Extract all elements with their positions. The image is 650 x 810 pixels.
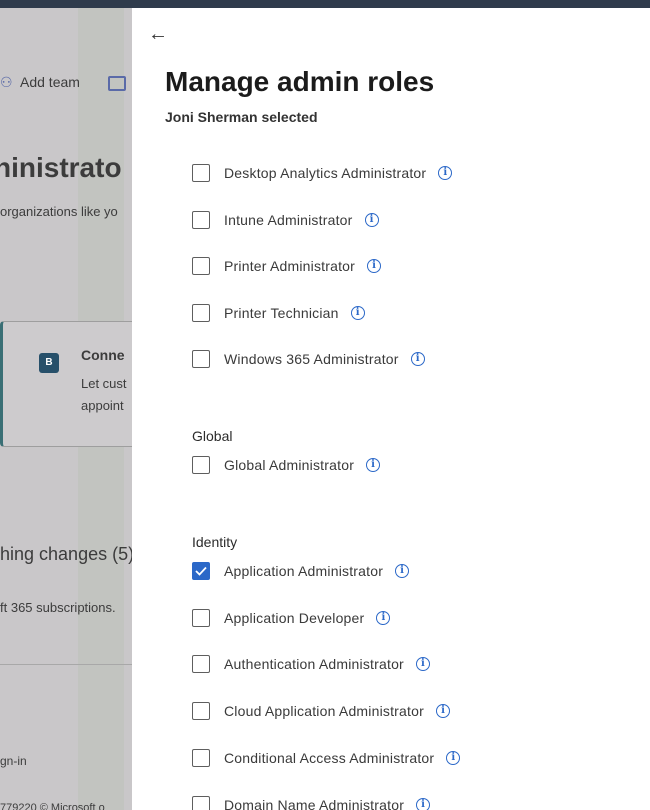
info-icon[interactable]: i (367, 259, 382, 273)
role-row-desktop-analytics-administrator[interactable]: Desktop Analytics Administrator i (192, 162, 453, 184)
role-checkbox[interactable] (192, 702, 210, 720)
info-icon[interactable]: i (438, 166, 453, 180)
role-label: Intune Administrator (224, 212, 353, 228)
role-checkbox[interactable] (192, 164, 210, 182)
role-checkbox[interactable] (192, 562, 210, 580)
role-label: Authentication Administrator (224, 656, 404, 672)
role-checkbox[interactable] (192, 211, 210, 229)
role-label: Printer Administrator (224, 258, 356, 274)
role-row-conditional-access-administrator[interactable]: Conditional Access Administrator i (192, 747, 461, 769)
role-row-domain-name-administrator[interactable]: Domain Name Administrator i (192, 794, 431, 810)
add-team-button: ⚇ Add team (0, 74, 80, 91)
role-row-application-administrator[interactable]: Application Administrator i (192, 560, 410, 582)
role-row-global-administrator[interactable]: Global Administrator i (192, 454, 381, 476)
role-checkbox[interactable] (192, 456, 210, 474)
checkmark-icon (195, 566, 207, 576)
role-label: Cloud Application Administrator (224, 703, 424, 719)
role-checkbox[interactable] (192, 350, 210, 368)
background-subtext: organizations like yo (0, 204, 118, 219)
add-team-label: Add team (20, 74, 80, 90)
info-icon[interactable]: i (395, 564, 410, 578)
subscriptions-text: ft 365 subscriptions. (0, 600, 116, 615)
role-row-intune-administrator[interactable]: Intune Administrator i (192, 209, 379, 231)
card-title: Conne (81, 347, 125, 363)
pending-changes-heading: hing changes (5) (0, 544, 132, 564)
role-checkbox[interactable] (192, 304, 210, 322)
signin-text: gn-in (0, 754, 27, 768)
info-icon[interactable]: i (416, 798, 431, 810)
background-divider (0, 664, 132, 665)
section-heading-global: Global (192, 428, 233, 444)
role-label: Conditional Access Administrator (224, 750, 435, 766)
info-icon[interactable]: i (364, 213, 379, 227)
role-checkbox[interactable] (192, 609, 210, 627)
role-label: Domain Name Administrator (224, 797, 405, 810)
panel-title: Manage admin roles (165, 66, 435, 97)
role-row-authentication-administrator[interactable]: Authentication Administrator i (192, 653, 430, 675)
info-icon[interactable]: i (366, 458, 381, 472)
background-heading: ninistrato (0, 152, 122, 183)
info-icon[interactable]: i (410, 352, 425, 366)
add-team-icon: ⚇ (0, 74, 13, 90)
role-row-windows-365-administrator[interactable]: Windows 365 Administrator i (192, 348, 425, 370)
role-label: Application Administrator (224, 563, 384, 579)
info-icon[interactable]: i (435, 704, 450, 718)
role-label: Printer Technician (224, 305, 339, 321)
role-label: Global Administrator (224, 457, 355, 473)
info-icon[interactable]: i (415, 657, 430, 671)
info-icon[interactable]: i (350, 306, 365, 320)
footer-text: 779220 © Microsoft o (0, 802, 105, 810)
manage-admin-roles-panel: ← Manage admin roles Joni Sherman select… (132, 8, 650, 810)
info-icon[interactable]: i (376, 611, 391, 625)
role-label: Desktop Analytics Administrator (224, 165, 427, 181)
role-label: Windows 365 Administrator (224, 351, 399, 367)
role-row-cloud-application-administrator[interactable]: Cloud Application Administrator i (192, 700, 450, 722)
section-heading-identity: Identity (192, 534, 238, 550)
role-checkbox[interactable] (192, 749, 210, 767)
card-line-2: appoint (81, 398, 124, 413)
role-label: Application Developer (224, 610, 365, 626)
role-row-application-developer[interactable]: Application Developer i (192, 607, 391, 629)
role-checkbox[interactable] (192, 796, 210, 810)
back-arrow-icon[interactable]: ← (146, 22, 170, 46)
card-view-icon (108, 76, 126, 91)
panel-subtitle: Joni Sherman selected (165, 109, 318, 125)
card-line-1: Let cust (81, 376, 127, 391)
top-bar (0, 0, 650, 8)
role-row-printer-technician[interactable]: Printer Technician i (192, 302, 365, 324)
background-page: ⚇ Add team ninistrato organizations like … (0, 8, 132, 810)
role-checkbox[interactable] (192, 257, 210, 275)
role-row-printer-administrator[interactable]: Printer Administrator i (192, 255, 382, 277)
info-icon[interactable]: i (446, 751, 461, 765)
role-checkbox[interactable] (192, 655, 210, 673)
bookings-logo-icon: B (39, 353, 59, 373)
